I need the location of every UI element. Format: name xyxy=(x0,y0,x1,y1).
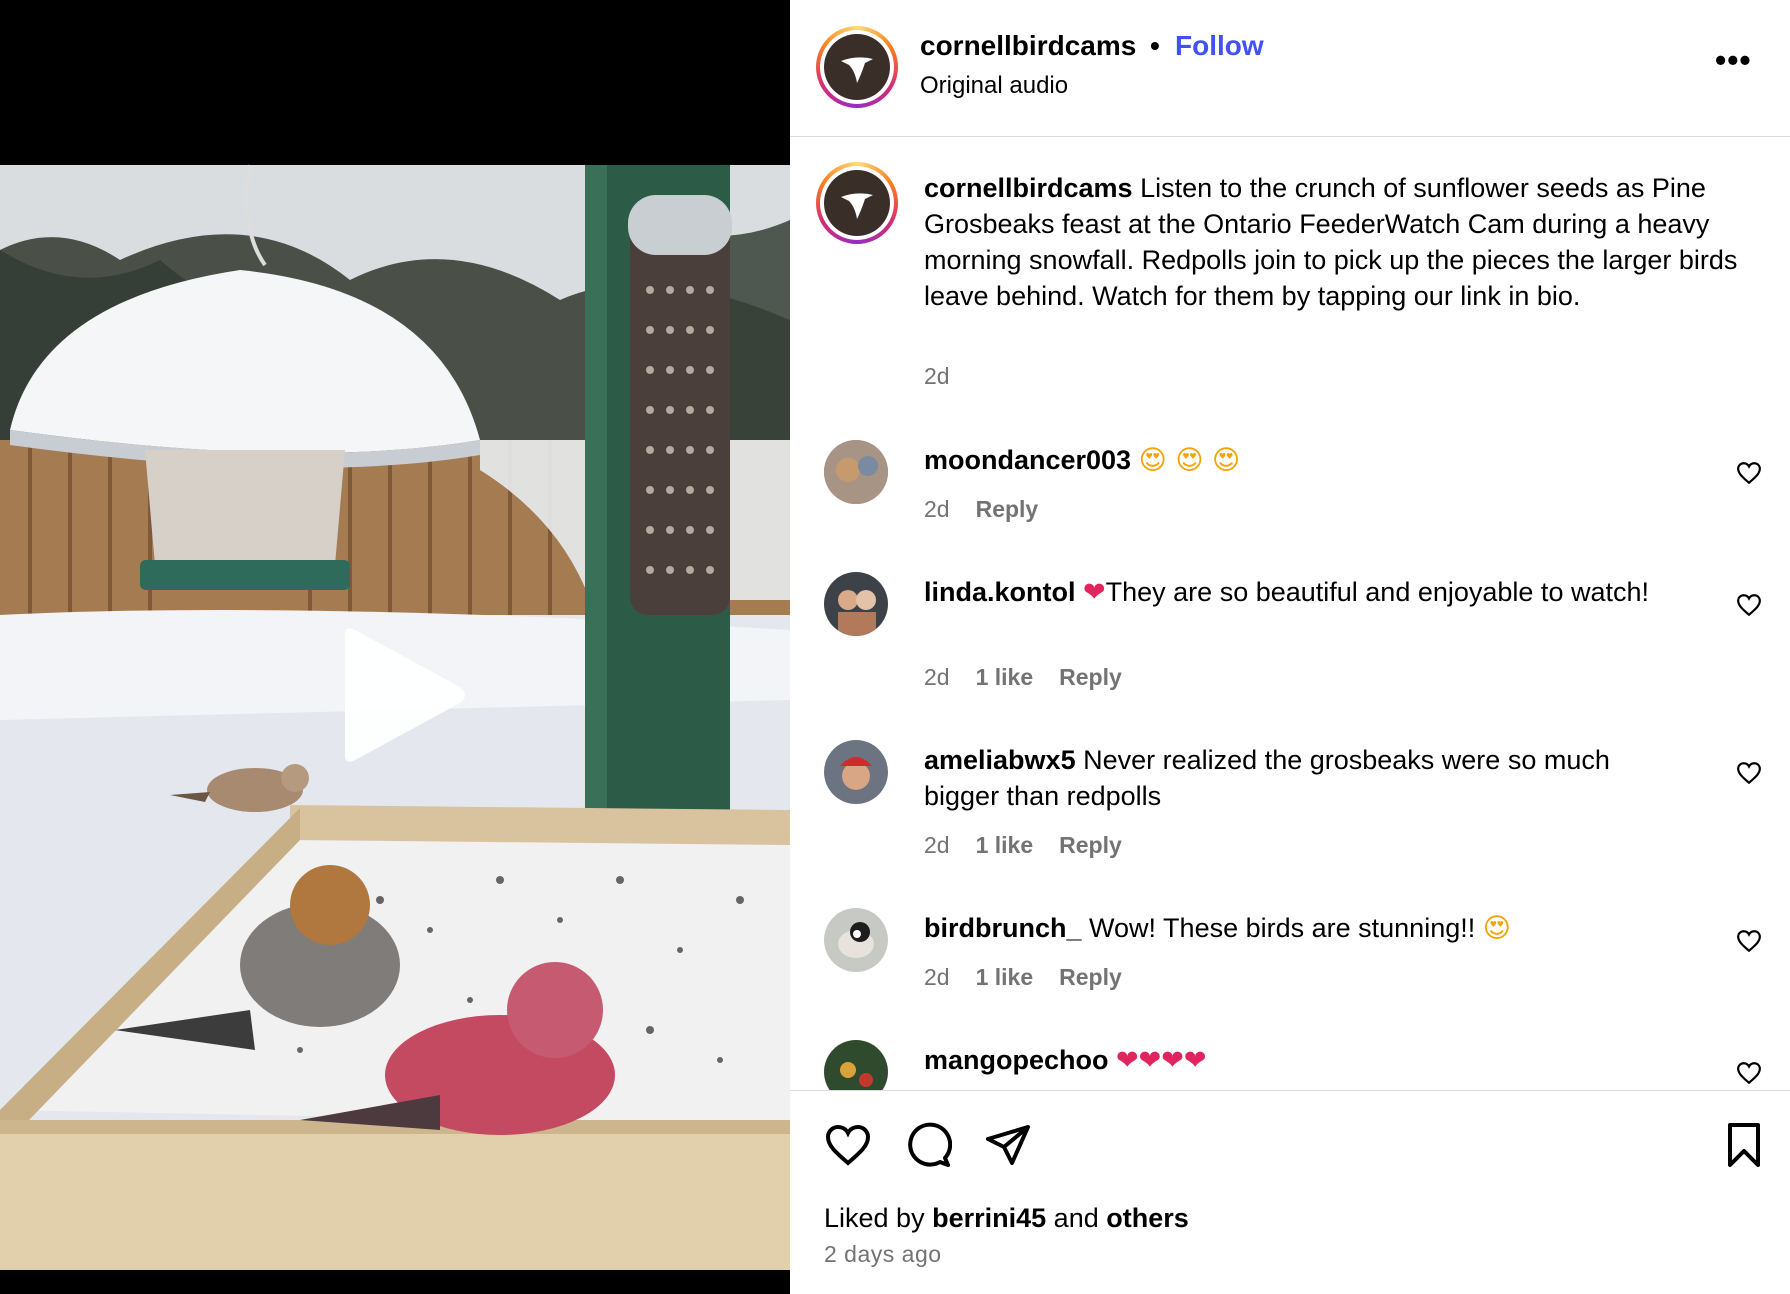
play-icon xyxy=(345,628,465,762)
more-options-button[interactable]: ••• xyxy=(1715,42,1752,79)
comment-username[interactable]: birdbrunch_ xyxy=(924,913,1082,943)
red-hearts-emoji: ❤❤❤❤ xyxy=(1116,1045,1207,1076)
post-panel: cornellbirdcams • Follow Original audio … xyxy=(790,0,1790,1294)
comment-meta: 2d 1 like Reply xyxy=(924,664,1122,691)
commenter-avatar[interactable] xyxy=(824,908,888,972)
follow-button[interactable]: Follow xyxy=(1175,30,1264,62)
post-header: cornellbirdcams • Follow Original audio … xyxy=(790,0,1790,137)
bird-logo-icon xyxy=(841,57,873,83)
comment-meta: 2d Reply xyxy=(924,496,1038,523)
caption-timestamp[interactable]: 2d xyxy=(924,363,950,390)
liked-by-prefix: Liked by xyxy=(824,1203,925,1233)
commenter-avatar[interactable] xyxy=(824,740,888,804)
comment-bubble-icon[interactable] xyxy=(904,1121,952,1169)
heart-eyes-emoji: 😍 xyxy=(1482,913,1511,944)
post-time-ago[interactable]: 2 days ago xyxy=(824,1241,942,1268)
heart-icon[interactable] xyxy=(824,1121,872,1169)
comment-time[interactable]: 2d xyxy=(924,964,950,991)
bird-logo-icon xyxy=(841,193,873,219)
comment-like-heart-icon[interactable] xyxy=(1736,760,1762,786)
comment-text: moondancer003 😍 😍 😍 xyxy=(924,442,1684,479)
comment-item: mangopechoo ❤❤❤❤ xyxy=(790,1040,1790,1090)
paper-plane-icon[interactable] xyxy=(984,1121,1032,1169)
video-player[interactable] xyxy=(0,0,790,1294)
post-username[interactable]: cornellbirdcams xyxy=(920,30,1136,62)
comment-like-heart-icon[interactable] xyxy=(1736,1060,1762,1086)
comment-body: They are so beautiful and enjoyable to w… xyxy=(1105,577,1649,607)
profile-avatar[interactable] xyxy=(816,26,898,108)
commenter-avatar[interactable] xyxy=(824,1040,888,1090)
comment-time[interactable]: 2d xyxy=(924,496,950,523)
audio-label[interactable]: Original audio xyxy=(920,72,1068,100)
commenter-avatar[interactable] xyxy=(824,572,888,636)
liked-by-and: and xyxy=(1053,1203,1099,1233)
comment-likes-count[interactable]: 1 like xyxy=(976,832,1034,859)
caption-username[interactable]: cornellbirdcams xyxy=(924,173,1133,203)
liked-by-user[interactable]: berrini45 xyxy=(932,1203,1046,1233)
comment-like-heart-icon[interactable] xyxy=(1736,592,1762,618)
reply-button[interactable]: Reply xyxy=(1059,664,1122,691)
red-heart-emoji: ❤ xyxy=(1083,577,1106,608)
comment-like-heart-icon[interactable] xyxy=(1736,928,1762,954)
play-button[interactable] xyxy=(330,625,470,765)
comment-time[interactable]: 2d xyxy=(924,664,950,691)
comment-meta: 2d 1 like Reply xyxy=(924,964,1122,991)
post-caption: cornellbirdcams Listen to the crunch of … xyxy=(924,170,1744,314)
reply-button[interactable]: Reply xyxy=(1059,964,1122,991)
comment-like-heart-icon[interactable] xyxy=(1736,460,1762,486)
comment-text: linda.kontol ❤They are so beautiful and … xyxy=(924,574,1684,611)
comment-username[interactable]: mangopechoo xyxy=(924,1045,1109,1075)
post-actions-footer: Liked by berrini45 and others 2 days ago xyxy=(790,1090,1790,1294)
bookmark-icon[interactable] xyxy=(1720,1121,1768,1169)
liked-by-others[interactable]: others xyxy=(1106,1203,1189,1233)
heart-eyes-emoji: 😍 😍 😍 xyxy=(1138,445,1241,476)
comment-username[interactable]: linda.kontol xyxy=(924,577,1076,607)
reply-button[interactable]: Reply xyxy=(1059,832,1122,859)
comment-text: birdbrunch_ Wow! These birds are stunnin… xyxy=(924,910,1684,947)
comment-username[interactable]: moondancer003 xyxy=(924,445,1131,475)
comment-username[interactable]: ameliabwx5 xyxy=(924,745,1076,775)
comment-likes-count[interactable]: 1 like xyxy=(976,964,1034,991)
comment-body: Wow! These birds are stunning!! xyxy=(1089,913,1476,943)
comment-meta: 2d 1 like Reply xyxy=(924,832,1122,859)
liked-by-summary: Liked by berrini45 and others xyxy=(824,1203,1189,1234)
comment-text: mangopechoo ❤❤❤❤ xyxy=(924,1042,1684,1079)
separator-dot: • xyxy=(1150,30,1160,61)
caption-avatar[interactable] xyxy=(816,162,898,244)
commenter-avatar[interactable] xyxy=(824,440,888,504)
reply-button[interactable]: Reply xyxy=(976,496,1039,523)
comment-likes-count[interactable]: 1 like xyxy=(976,664,1034,691)
comment-text: ameliabwx5 Never realized the grosbeaks … xyxy=(924,742,1684,814)
comment-time[interactable]: 2d xyxy=(924,832,950,859)
